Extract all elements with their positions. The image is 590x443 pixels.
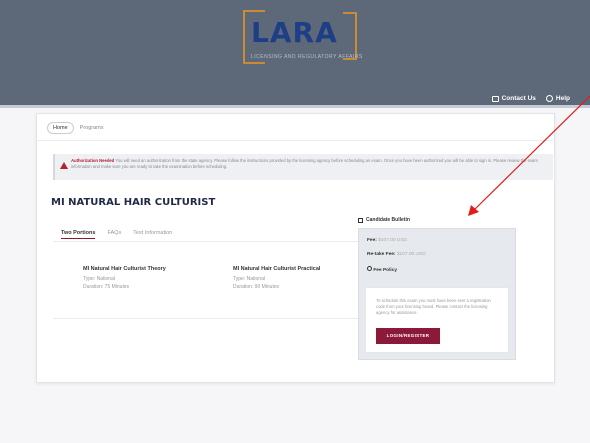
- fee-value: $107.00 USD: [378, 238, 408, 243]
- tab-faqs[interactable]: FAQs: [107, 230, 121, 239]
- breadcrumb-current[interactable]: Programs: [80, 125, 104, 131]
- exam-name: MI Natural Hair Culturist Theory: [83, 266, 166, 272]
- warning-icon: [60, 162, 68, 169]
- fee-label: Fee:: [367, 238, 377, 243]
- fees-panel: Fee: $107.00 USD Re-take Fee: $107.00 US…: [358, 228, 516, 360]
- fee-policy-link[interactable]: Fee Policy: [367, 266, 397, 273]
- exam-item-theory: MI Natural Hair Culturist Theory Type: N…: [83, 266, 166, 291]
- exam-type: Type: National: [83, 276, 115, 282]
- question-icon: [545, 95, 553, 102]
- contact-us-label: Contact Us: [501, 95, 536, 102]
- document-icon: [358, 217, 363, 223]
- mail-icon: [491, 95, 499, 102]
- contact-us-link[interactable]: Contact Us: [491, 95, 536, 102]
- exam-name: MI Natural Hair Culturist Practical: [233, 266, 321, 272]
- header-links: Contact Us Help: [491, 95, 570, 102]
- logo-frame-right: [343, 12, 357, 60]
- top-header: LARA LICENSING AND REGULATORY AFFAIRS Co…: [0, 0, 590, 108]
- logo-text: LARA: [251, 16, 338, 49]
- breadcrumb: Home Programs: [47, 122, 104, 134]
- alert-text: You will need an authorization from the …: [71, 158, 538, 169]
- retake-fee-value: $107.00 USD: [396, 252, 426, 257]
- exam-duration: Duration: 90 Minutes: [233, 283, 280, 290]
- fee-policy-label: Fee Policy: [373, 268, 398, 273]
- alert-title: Authorization Needed: [71, 158, 115, 163]
- fee-row: Fee: $107.00 USD: [367, 238, 407, 243]
- candidate-bulletin-link[interactable]: Candidate Bulletin: [358, 217, 410, 223]
- help-link[interactable]: Help: [545, 95, 570, 102]
- lara-logo[interactable]: LARA LICENSING AND REGULATORY AFFAIRS: [243, 10, 363, 68]
- divider: [53, 241, 379, 242]
- logo-subtitle: LICENSING AND REGULATORY AFFAIRS: [251, 54, 363, 60]
- exam-item-practical: MI Natural Hair Culturist Practical Type…: [233, 266, 320, 291]
- candidate-bulletin-label: Candidate Bulletin: [366, 217, 410, 223]
- exam-tabs: Two Portions FAQs Test Information: [61, 230, 172, 239]
- breadcrumb-home[interactable]: Home: [47, 122, 74, 134]
- exam-type: Type: National: [233, 276, 265, 282]
- authorization-alert: Authorization Needed You will need an au…: [53, 154, 553, 180]
- retake-fee-label: Re-take Fee:: [367, 252, 396, 257]
- retake-fee-row: Re-take Fee: $107.00 USD: [367, 252, 426, 257]
- clock-icon: [367, 266, 372, 271]
- login-note: To schedule this exam you must have been…: [376, 298, 491, 315]
- tab-test-information[interactable]: Test Information: [133, 230, 172, 239]
- login-register-button[interactable]: LOGIN/REGISTER: [376, 328, 440, 344]
- exam-duration: Duration: 75 Minutes: [83, 283, 130, 290]
- login-box: To schedule this exam you must have been…: [365, 287, 509, 353]
- divider: [37, 140, 556, 141]
- tab-two-portions[interactable]: Two Portions: [61, 230, 96, 239]
- page-title: MI NATURAL HAIR CULTURIST: [51, 197, 216, 208]
- divider: [53, 318, 379, 319]
- help-label: Help: [555, 95, 570, 102]
